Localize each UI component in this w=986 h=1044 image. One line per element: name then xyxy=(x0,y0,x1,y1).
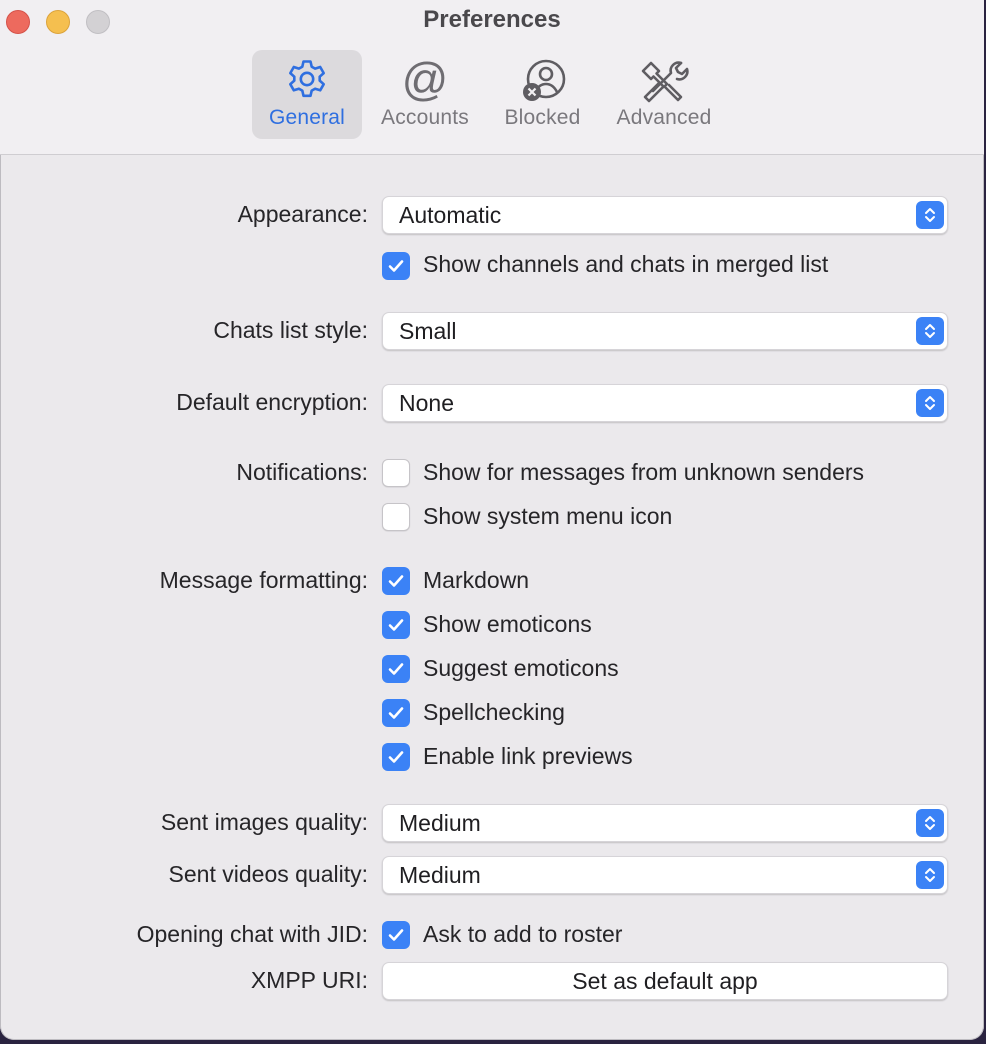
popup-chevron-icon xyxy=(916,201,944,229)
unknown-senders-label: Show for messages from unknown senders xyxy=(423,459,865,485)
checkmark-icon xyxy=(388,751,404,763)
link-previews-checkbox[interactable] xyxy=(382,743,410,771)
merged-list-label: Show channels and chats in merged list xyxy=(423,251,829,277)
sent-videos-quality-popup[interactable]: Medium xyxy=(382,856,948,894)
merged-list-checkbox[interactable] xyxy=(382,252,410,280)
sent-images-quality-popup[interactable]: Medium xyxy=(382,804,948,842)
chats-list-style-value: Small xyxy=(399,318,457,344)
popup-chevron-icon xyxy=(916,389,944,417)
ask-add-roster-checkbox[interactable] xyxy=(382,921,410,949)
suggest-emoticons-checkbox[interactable] xyxy=(382,655,410,683)
notifications-label: Notifications: xyxy=(236,459,368,485)
chats-list-style-popup[interactable]: Small xyxy=(382,312,948,350)
sent-videos-quality-label: Sent videos quality: xyxy=(168,861,368,887)
popup-chevron-icon xyxy=(916,861,944,889)
checkmark-icon xyxy=(388,663,404,675)
gear-icon xyxy=(289,60,325,98)
appearance-popup[interactable]: Automatic xyxy=(382,196,948,234)
checkmark-icon xyxy=(388,619,404,631)
show-emoticons-label: Show emoticons xyxy=(423,611,592,637)
tab-advanced-label: Advanced xyxy=(616,106,712,129)
blocked-user-icon xyxy=(522,59,565,101)
default-encryption-value: None xyxy=(399,390,454,416)
markdown-checkbox[interactable] xyxy=(382,567,410,595)
system-menu-icon-checkbox[interactable] xyxy=(382,503,410,531)
default-encryption-popup[interactable]: None xyxy=(382,384,948,422)
tools-icon xyxy=(641,61,689,103)
sent-images-quality-label: Sent images quality: xyxy=(160,809,368,835)
markdown-label: Markdown xyxy=(423,567,530,593)
checkmark-icon xyxy=(388,260,404,272)
show-emoticons-checkbox[interactable] xyxy=(382,611,410,639)
spellchecking-checkbox[interactable] xyxy=(382,699,410,727)
system-menu-icon-label: Show system menu icon xyxy=(423,503,673,529)
chats-list-style-label: Chats list style: xyxy=(213,317,368,343)
svg-text:@: @ xyxy=(402,57,449,105)
xmpp-uri-label: XMPP URI: xyxy=(250,967,368,993)
window-title: Preferences xyxy=(423,6,561,33)
tab-blocked-label: Blocked xyxy=(504,106,581,129)
tab-general-label: General xyxy=(268,106,346,129)
popup-chevron-icon xyxy=(916,317,944,345)
link-previews-label: Enable link previews xyxy=(423,743,633,769)
checkmark-icon xyxy=(388,575,404,587)
appearance-value: Automatic xyxy=(399,202,502,228)
suggest-emoticons-label: Suggest emoticons xyxy=(423,655,619,681)
ask-add-roster-label: Ask to add to roster xyxy=(423,921,623,947)
tab-advanced[interactable]: Advanced xyxy=(605,50,723,139)
tab-accounts[interactable]: @ Accounts xyxy=(370,50,480,139)
checkmark-icon xyxy=(388,929,404,941)
at-sign-icon: @ xyxy=(402,57,449,105)
default-encryption-label: Default encryption: xyxy=(176,389,368,415)
checkmark-icon xyxy=(388,707,404,719)
popup-chevron-icon xyxy=(916,809,944,837)
set-default-app-button[interactable]: Set as default app xyxy=(382,962,948,1000)
sent-images-quality-value: Medium xyxy=(399,810,481,836)
sent-videos-quality-value: Medium xyxy=(399,862,481,888)
tab-blocked[interactable]: Blocked xyxy=(490,50,595,139)
opening-chat-jid-label: Opening chat with JID: xyxy=(136,921,368,947)
unknown-senders-checkbox[interactable] xyxy=(382,459,410,487)
message-formatting-label: Message formatting: xyxy=(159,567,368,593)
preferences-window: Preferences General @ Accounts Blocked A… xyxy=(0,0,984,1040)
tab-accounts-label: Accounts xyxy=(381,106,469,129)
titlebar-toolbar: Preferences General @ Accounts Blocked A… xyxy=(0,0,984,155)
tab-general[interactable]: General xyxy=(252,50,362,139)
spellchecking-label: Spellchecking xyxy=(423,699,565,725)
appearance-label: Appearance: xyxy=(237,201,368,227)
